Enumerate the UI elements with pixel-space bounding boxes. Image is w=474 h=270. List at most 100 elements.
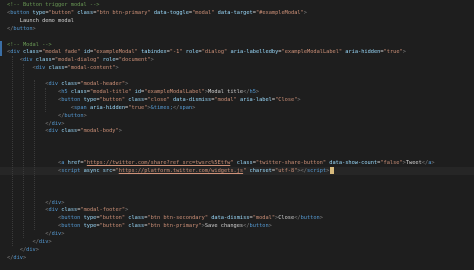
code-line[interactable]: <div class="modal fade" id="exampleModal… xyxy=(0,48,474,56)
code-line[interactable]: </div> xyxy=(0,238,474,246)
code-token-tag: div xyxy=(10,49,20,56)
code-line[interactable]: </button> xyxy=(0,25,474,33)
gutter-change-marker xyxy=(0,104,2,112)
code-token-attr: class xyxy=(61,81,78,87)
code-line[interactable] xyxy=(0,33,474,41)
code-token-tag: div xyxy=(35,65,46,72)
code-token-str: "utf-8" xyxy=(275,167,298,174)
code-line[interactable] xyxy=(0,143,474,151)
code-line[interactable]: <button type="button" class="btn btn-pri… xyxy=(0,9,474,17)
code-line[interactable]: <button type="button" class="close" data… xyxy=(0,96,474,104)
code-token-attr: class xyxy=(35,57,52,64)
code-token-str: "button" xyxy=(99,215,126,222)
code-token-str: "modal" xyxy=(192,9,215,16)
code-line[interactable]: </div> xyxy=(0,254,474,262)
code-token-attr: aria-hidden xyxy=(89,104,126,111)
code-line[interactable]: <div class="modal-content"> xyxy=(0,64,474,72)
code-line[interactable]: <div class="modal-dialog" role="document… xyxy=(0,56,474,64)
code-token-attr: role xyxy=(185,49,199,56)
code-line[interactable]: </div> xyxy=(0,246,474,254)
code-token-punct: > xyxy=(303,9,307,16)
gutter-change-marker xyxy=(0,151,2,159)
code-line[interactable]: <div class="modal-body"> xyxy=(0,127,474,135)
code-token-tag: script xyxy=(306,167,327,174)
code-line[interactable]: <a href="https://twitter.com/share?ref_s… xyxy=(0,159,474,167)
gutter-change-marker xyxy=(0,214,2,222)
code-token-tag: button xyxy=(61,96,81,103)
code-token-attr: data-dismiss xyxy=(172,96,212,103)
code-token-attr: data-dismiss xyxy=(211,215,250,222)
code-token-punct: > xyxy=(431,160,435,166)
code-line[interactable]: <button type="button" class="btn btn-sec… xyxy=(0,214,474,222)
code-token-attr: class xyxy=(70,88,87,95)
code-token-punct: > xyxy=(83,112,87,119)
code-line[interactable]: <script async src="https://platform.twit… xyxy=(0,166,474,175)
gutter-change-marker xyxy=(0,33,2,41)
code-token-attr: class xyxy=(61,207,78,214)
code-token-tag: div xyxy=(13,254,23,261)
code-token-tag: div xyxy=(51,120,62,127)
code-token-attr: type xyxy=(83,223,97,230)
code-token-text: Save changes xyxy=(204,223,244,230)
code-token-text: Modal title xyxy=(208,88,244,95)
code-token-punct: > xyxy=(125,207,129,214)
code-token-str: "btn btn-primary" xyxy=(96,9,151,16)
code-line[interactable]: </button> xyxy=(0,112,474,120)
code-token-str: "btn btn-secondary" xyxy=(147,215,209,222)
code-token-tag: div xyxy=(51,199,62,206)
gutter-change-marker xyxy=(0,112,2,120)
code-token-str: "#exampleModal" xyxy=(255,9,304,16)
code-line[interactable]: <!-- Button trigger modal --> xyxy=(0,1,474,9)
code-token-attr: class xyxy=(48,65,65,72)
code-line[interactable]: </div> xyxy=(0,120,474,128)
gutter-change-marker xyxy=(0,135,2,143)
code-line[interactable]: <div class="modal-footer"> xyxy=(0,206,474,214)
code-token-tag: div xyxy=(48,81,59,87)
code-line[interactable]: <h5 class="modal-title" id="exampleModal… xyxy=(0,88,474,96)
code-token-punct: > xyxy=(32,25,36,32)
code-token-attr: data-toggle xyxy=(153,9,189,16)
code-token-punct: > xyxy=(402,49,406,56)
code-token-comment: <!-- Button trigger modal --> xyxy=(7,2,100,8)
code-line[interactable] xyxy=(0,183,474,191)
code-line[interactable] xyxy=(0,72,474,80)
code-token-punct: > xyxy=(22,254,27,261)
code-token-str: "true" xyxy=(128,104,148,111)
code-token-str: "button" xyxy=(99,223,126,230)
code-token-attr: data-target xyxy=(217,9,253,16)
code-token-tag: div xyxy=(22,57,33,64)
code-line[interactable] xyxy=(0,135,474,143)
code-token-str: "exampleModal" xyxy=(93,49,138,56)
code-token-attr: class xyxy=(236,160,253,166)
gutter-change-marker xyxy=(0,199,2,207)
code-token-attr: class xyxy=(128,215,145,222)
code-token-str: "dialog" xyxy=(201,49,228,56)
code-line[interactable]: <span aria-hidden="true">&times;</span> xyxy=(0,104,474,112)
code-line[interactable]: Launch demo modal xyxy=(0,17,474,25)
code-line[interactable]: </div> xyxy=(0,230,474,238)
code-line[interactable] xyxy=(0,151,474,159)
gutter-change-marker xyxy=(0,206,2,214)
code-line[interactable]: <div class="modal-header"> xyxy=(0,80,474,88)
code-editor[interactable]: <!-- Button trigger modal --> <button typ… xyxy=(0,0,474,270)
code-line[interactable]: <!-- Modal --> xyxy=(0,41,474,49)
gutter-change-marker xyxy=(0,25,2,33)
code-token-attr: src xyxy=(102,167,113,174)
code-token-str: "twitter-share-button" xyxy=(255,160,327,166)
gutter-change-marker xyxy=(0,96,2,104)
indent-guide xyxy=(34,80,35,231)
code-line[interactable]: </div> xyxy=(0,199,474,207)
code-line[interactable] xyxy=(0,191,474,199)
code-token-str: "modal-footer" xyxy=(80,207,126,214)
code-token-tag: span xyxy=(179,104,193,111)
code-token-attr: aria-hidden xyxy=(345,49,381,56)
code-line[interactable] xyxy=(0,175,474,183)
code-line[interactable]: <button type="button" class="btn btn-pri… xyxy=(0,222,474,230)
gutter-change-marker xyxy=(0,167,2,175)
code-token-punct: > xyxy=(118,128,122,135)
